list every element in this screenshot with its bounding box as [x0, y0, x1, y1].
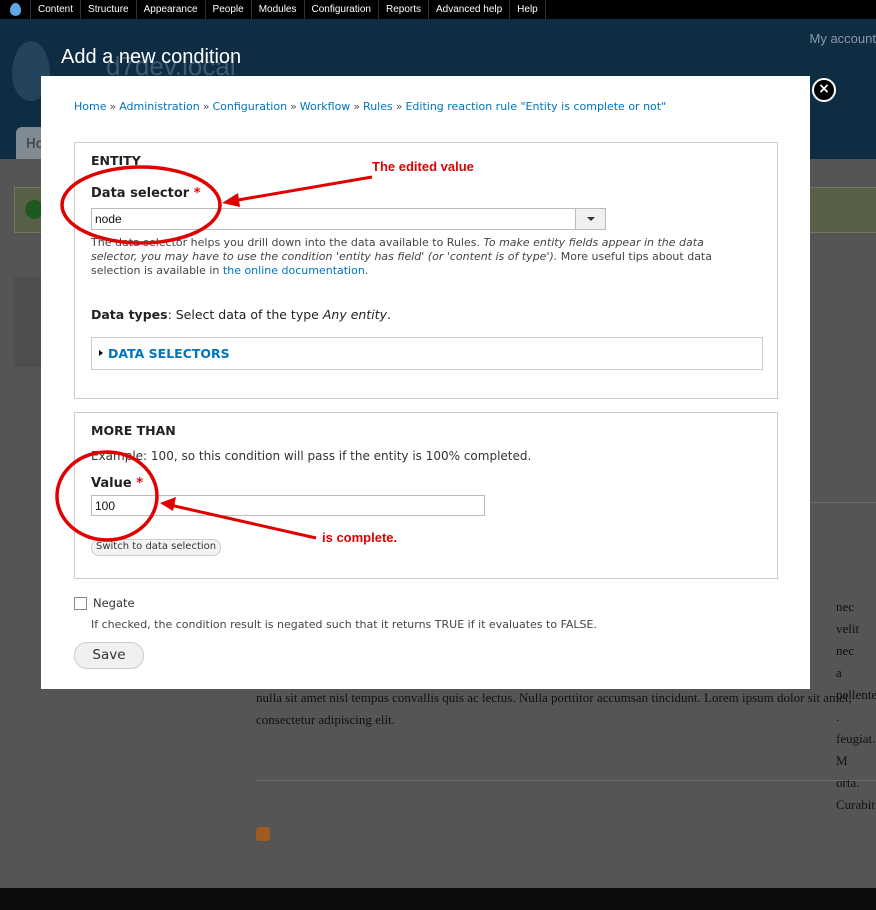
breadcrumb-configuration[interactable]: Configuration: [212, 100, 287, 113]
description-text: .: [364, 264, 369, 277]
modal-title: Add a new condition: [61, 46, 242, 68]
more-than-fieldset: MORE THAN Example: 100, so this conditio…: [74, 412, 778, 579]
data-selector-input[interactable]: node: [91, 208, 606, 230]
save-button[interactable]: Save: [74, 642, 144, 669]
rss-feed-icon[interactable]: [256, 827, 270, 841]
required-marker: *: [136, 476, 143, 491]
divider: [256, 780, 876, 781]
switch-to-data-selection-button[interactable]: Switch to data selection: [91, 539, 222, 556]
footer-bar: [0, 888, 876, 910]
toolbar-item-help[interactable]: Help: [510, 0, 546, 19]
toolbar-item-reports[interactable]: Reports: [379, 0, 429, 19]
toolbar-item-modules[interactable]: Modules: [252, 0, 305, 19]
breadcrumb-home[interactable]: Home: [74, 100, 106, 113]
breadcrumb-separator: »: [290, 100, 297, 113]
value-input[interactable]: 100: [91, 495, 485, 516]
autocomplete-dropdown-button[interactable]: [575, 209, 605, 229]
breadcrumb-workflow[interactable]: Workflow: [300, 100, 351, 113]
breadcrumb-separator: »: [395, 100, 403, 113]
negate-checkbox[interactable]: [74, 596, 87, 610]
required-marker: *: [193, 186, 201, 201]
data-types-type: Any entity: [322, 307, 387, 322]
data-selectors-toggle[interactable]: DATA SELECTORS: [108, 346, 230, 361]
data-types: Data types: Select data of the type Any …: [91, 307, 391, 322]
admin-toolbar: Content Structure Appearance People Modu…: [0, 0, 876, 19]
toolbar-item-appearance[interactable]: Appearance: [137, 0, 206, 19]
close-dialog-button[interactable]: ×: [812, 78, 836, 102]
data-selector-label: Data selector *: [91, 186, 201, 201]
body-text: nulla sit amet nisl tempus convallis qui…: [256, 690, 852, 727]
body-text-line: orta. Curabitur: [836, 775, 876, 812]
toolbar-item-advanced-help[interactable]: Advanced help: [429, 0, 511, 19]
breadcrumb-rules[interactable]: Rules: [363, 100, 393, 113]
negate-label[interactable]: Negate: [93, 596, 135, 610]
data-types-text: .: [386, 307, 391, 322]
value-label: Value *: [91, 476, 143, 491]
description-text: The data selector helps you drill down i…: [91, 236, 480, 249]
value-input-text: 100: [95, 499, 116, 513]
expand-triangle-icon: [99, 350, 103, 356]
breadcrumb-separator: »: [109, 100, 117, 113]
body-text-line: . feugiat. M: [836, 709, 876, 768]
toolbar-item-people[interactable]: People: [206, 0, 252, 19]
toolbar-item-content[interactable]: Content: [31, 0, 82, 19]
toolbar-item-structure[interactable]: Structure: [81, 0, 137, 19]
breadcrumb-separator: »: [202, 100, 210, 113]
data-types-label: Data types: [91, 307, 168, 322]
my-account-link[interactable]: My account: [810, 31, 876, 46]
breadcrumb: Home» Administration» Configuration» Workfl…: [74, 100, 666, 113]
body-text-line: a pellentesque: [836, 665, 876, 702]
entity-fieldset: ENTITY Data selector * node The data sel…: [74, 142, 778, 399]
more-than-legend: MORE THAN: [91, 423, 176, 438]
breadcrumb-separator: »: [353, 100, 361, 113]
negate-description: If checked, the condition result is nega…: [91, 618, 597, 631]
annotation-edited-value: The edited value: [372, 159, 474, 174]
annotation-is-complete: is complete.: [322, 530, 398, 545]
value-label-text: Value: [91, 476, 132, 491]
data-types-text: : Select data of the type: [167, 307, 319, 322]
negate-option: Negate: [74, 596, 135, 610]
toolbar-item-configuration[interactable]: Configuration: [305, 0, 379, 19]
data-selector-label-text: Data selector: [91, 186, 190, 201]
value-example: Example: 100, so this condition will pas…: [91, 449, 532, 463]
data-selector-value: node: [95, 212, 122, 226]
body-text-line: nec velit nec: [836, 599, 860, 658]
online-documentation-link[interactable]: the online documentation: [223, 264, 365, 277]
data-selector-description: The data selector helps you drill down i…: [91, 236, 751, 278]
breadcrumb-editing-rule[interactable]: Editing reaction rule "Entity is complet…: [405, 100, 666, 113]
body-text-edge: nec velit nec a pellentesque . feugiat. …: [836, 596, 876, 816]
entity-legend: ENTITY: [91, 153, 141, 168]
chevron-down-icon: [587, 217, 595, 221]
drupal-home-icon[interactable]: [0, 0, 31, 19]
breadcrumb-administration[interactable]: Administration: [119, 100, 200, 113]
data-selectors-collapsible[interactable]: DATA SELECTORS: [91, 337, 763, 370]
